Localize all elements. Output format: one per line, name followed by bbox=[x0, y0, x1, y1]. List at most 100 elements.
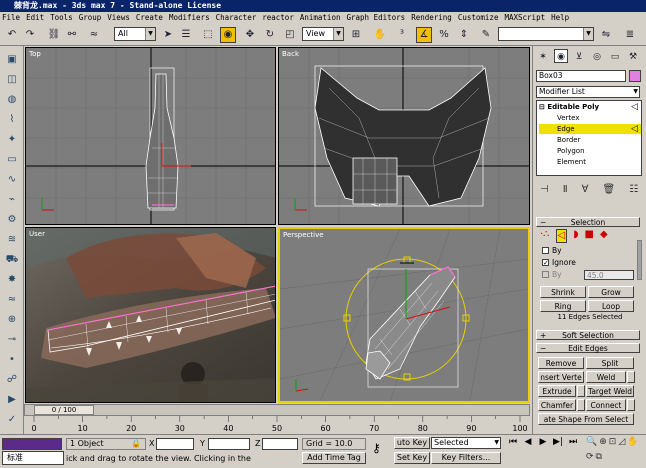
time-slider-thumb[interactable]: 0 / 100 bbox=[34, 405, 94, 415]
reactor-toy-car-icon[interactable]: ⛟ bbox=[4, 252, 20, 267]
display-tab-icon[interactable]: ▭ bbox=[608, 49, 622, 63]
extrude-button[interactable]: Extrude bbox=[538, 385, 576, 397]
menu-file[interactable]: File bbox=[2, 12, 20, 24]
motion-tab-icon[interactable]: ◎ bbox=[590, 49, 604, 63]
go-to-start-icon[interactable]: ⏮ bbox=[506, 437, 520, 465]
lock-selection-icon[interactable]: 🔒 bbox=[131, 439, 141, 449]
add-time-tag-button[interactable]: Add Time Tag bbox=[302, 452, 366, 464]
by-vertex-checkbox[interactable] bbox=[542, 247, 549, 254]
viewport-user[interactable]: User bbox=[25, 227, 276, 403]
maximize-viewport-icon[interactable]: ⧉ bbox=[596, 452, 602, 465]
reactor-cloth-icon[interactable]: ◫ bbox=[4, 72, 20, 87]
arc-rotate-icon[interactable]: ⟳ bbox=[586, 452, 594, 465]
spinner-snap-icon[interactable]: ⇕ bbox=[456, 27, 472, 43]
stack-edge[interactable]: Edge bbox=[557, 125, 575, 134]
reactor-rigid-body-icon[interactable]: ▣ bbox=[4, 52, 20, 67]
reactor-plane-icon[interactable]: ▭ bbox=[4, 152, 20, 167]
modify-tab-icon[interactable]: ◉ bbox=[554, 49, 568, 63]
stack-vertex[interactable]: Vertex bbox=[557, 114, 580, 123]
angle-spinner[interactable]: 45.0 bbox=[584, 270, 634, 280]
target-weld-button[interactable]: Target Weld bbox=[586, 385, 634, 397]
chamfer-settings-button[interactable] bbox=[577, 399, 585, 411]
key-filters-button[interactable]: Key Filters... bbox=[431, 452, 501, 464]
menu-maxscript[interactable]: MAXScript bbox=[504, 12, 545, 24]
loop-button[interactable]: Loop bbox=[588, 300, 634, 312]
edit-named-selection-icon[interactable]: ✎ bbox=[478, 27, 494, 43]
select-link-icon[interactable]: ⛓ bbox=[46, 27, 62, 43]
rotate-icon[interactable]: ↻ bbox=[262, 27, 278, 43]
border-mode-icon[interactable]: ◗ bbox=[573, 229, 578, 243]
by-angle-checkbox[interactable] bbox=[542, 271, 549, 278]
undo-icon[interactable]: ↶ bbox=[4, 27, 20, 43]
go-to-end-icon[interactable]: ⏭ bbox=[566, 437, 580, 465]
reference-coord-dropdown[interactable]: View ▼ bbox=[302, 27, 344, 41]
reactor-motor-icon[interactable]: ⚙ bbox=[4, 212, 20, 227]
unlink-icon[interactable]: ⚯ bbox=[64, 27, 80, 43]
menu-rendering[interactable]: Rendering bbox=[411, 12, 452, 24]
reactor-constraint-icon[interactable]: ⊕ bbox=[4, 312, 20, 327]
x-coordinate-field[interactable] bbox=[156, 438, 194, 450]
create-tab-icon[interactable]: ✶ bbox=[536, 49, 550, 63]
reactor-wind-icon[interactable]: ≋ bbox=[4, 232, 20, 247]
key-mode-dropdown[interactable]: Selected ▼ bbox=[431, 437, 501, 449]
viewport-label-user[interactable]: User bbox=[29, 230, 45, 238]
split-button[interactable]: Split bbox=[586, 357, 634, 369]
window-crossing-icon[interactable]: ◉ bbox=[220, 27, 236, 43]
shrink-button[interactable]: Shrink bbox=[540, 286, 586, 298]
trackbar[interactable]: 0 10 20 30 40 50 60 70 80 90 100 bbox=[24, 416, 530, 434]
object-name-field[interactable]: Box03 bbox=[536, 70, 626, 82]
ime-indicator[interactable]: 标准 bbox=[2, 451, 64, 465]
menu-group[interactable]: Group bbox=[79, 12, 102, 24]
reactor-rope-icon[interactable]: ⌇ bbox=[4, 112, 20, 127]
connect-button[interactable]: Connect bbox=[586, 399, 626, 411]
zoom-icon[interactable]: 🔍 bbox=[586, 437, 597, 450]
edit-edges-rollout-header[interactable]: − Edit Edges bbox=[536, 343, 640, 353]
connect-settings-button[interactable] bbox=[627, 399, 635, 411]
angle-snap-icon[interactable]: ∡ bbox=[416, 27, 432, 43]
reactor-analyze-icon[interactable]: ✓ bbox=[4, 412, 20, 427]
percent-snap-icon[interactable]: % bbox=[436, 27, 452, 43]
menu-help[interactable]: Help bbox=[551, 12, 569, 24]
make-unique-icon[interactable]: ∀ bbox=[582, 184, 589, 198]
ring-button[interactable]: Ring bbox=[540, 300, 586, 312]
menu-create[interactable]: Create bbox=[136, 12, 163, 24]
zoom-all-icon[interactable]: ⊕ bbox=[599, 437, 607, 450]
weld-settings-button[interactable] bbox=[627, 371, 635, 383]
menu-modifiers[interactable]: Modifiers bbox=[169, 12, 210, 24]
rectangular-selection-icon[interactable]: ⬚ bbox=[200, 27, 216, 43]
insert-vertex-button[interactable]: nsert Verte bbox=[538, 371, 584, 383]
grow-button[interactable]: Grow bbox=[588, 286, 634, 298]
utilities-tab-icon[interactable]: ⚒ bbox=[626, 49, 640, 63]
play-icon[interactable]: ▶ bbox=[536, 437, 550, 465]
object-color-swatch[interactable] bbox=[629, 70, 641, 82]
menu-edit[interactable]: Edit bbox=[26, 12, 44, 24]
soft-selection-rollout-header[interactable]: + Soft Selection bbox=[536, 330, 640, 340]
vertex-mode-icon[interactable]: ·∴ bbox=[540, 229, 550, 243]
reactor-spring-icon[interactable]: ∿ bbox=[4, 172, 20, 187]
weld-button[interactable]: Weld bbox=[586, 371, 626, 383]
reactor-preview-icon[interactable]: ▶ bbox=[4, 392, 20, 407]
edge-mode-icon[interactable]: ◁ bbox=[555, 229, 568, 243]
stack-polygon[interactable]: Polygon bbox=[557, 147, 585, 156]
menu-tools[interactable]: Tools bbox=[50, 12, 73, 24]
show-end-result-icon[interactable]: Ⅱ bbox=[563, 184, 568, 198]
viewport-top[interactable]: Top bbox=[25, 47, 276, 225]
auto-key-button[interactable]: uto Key bbox=[394, 437, 430, 449]
reactor-deforming-mesh-icon[interactable]: ✦ bbox=[4, 132, 20, 147]
mirror-icon[interactable]: ⇋ bbox=[598, 27, 614, 43]
reactor-ragdoll-icon[interactable]: ☍ bbox=[4, 372, 20, 387]
reactor-dashpot-icon[interactable]: ⌁ bbox=[4, 192, 20, 207]
configure-sets-icon[interactable]: ☷ bbox=[629, 184, 638, 198]
redo-icon[interactable]: ↷ bbox=[22, 27, 38, 43]
pan-icon[interactable]: ✋ bbox=[627, 437, 638, 450]
previous-frame-icon[interactable]: ◀ bbox=[521, 437, 535, 465]
field-of-view-icon[interactable]: ◿ bbox=[618, 437, 625, 450]
move-icon[interactable]: ✥ bbox=[242, 27, 258, 43]
zoom-extents-icon[interactable]: ⊡ bbox=[609, 437, 617, 450]
ignore-backfacing-checkbox[interactable]: ✓ bbox=[542, 259, 549, 267]
maxscript-listener[interactable] bbox=[2, 438, 62, 450]
remove-modifier-icon[interactable]: 🗑 bbox=[602, 184, 615, 198]
chamfer-button[interactable]: Chamfer bbox=[538, 399, 576, 411]
viewport-label-top[interactable]: Top bbox=[29, 50, 41, 58]
snaps-toggle-icon[interactable]: ³ bbox=[394, 27, 410, 43]
